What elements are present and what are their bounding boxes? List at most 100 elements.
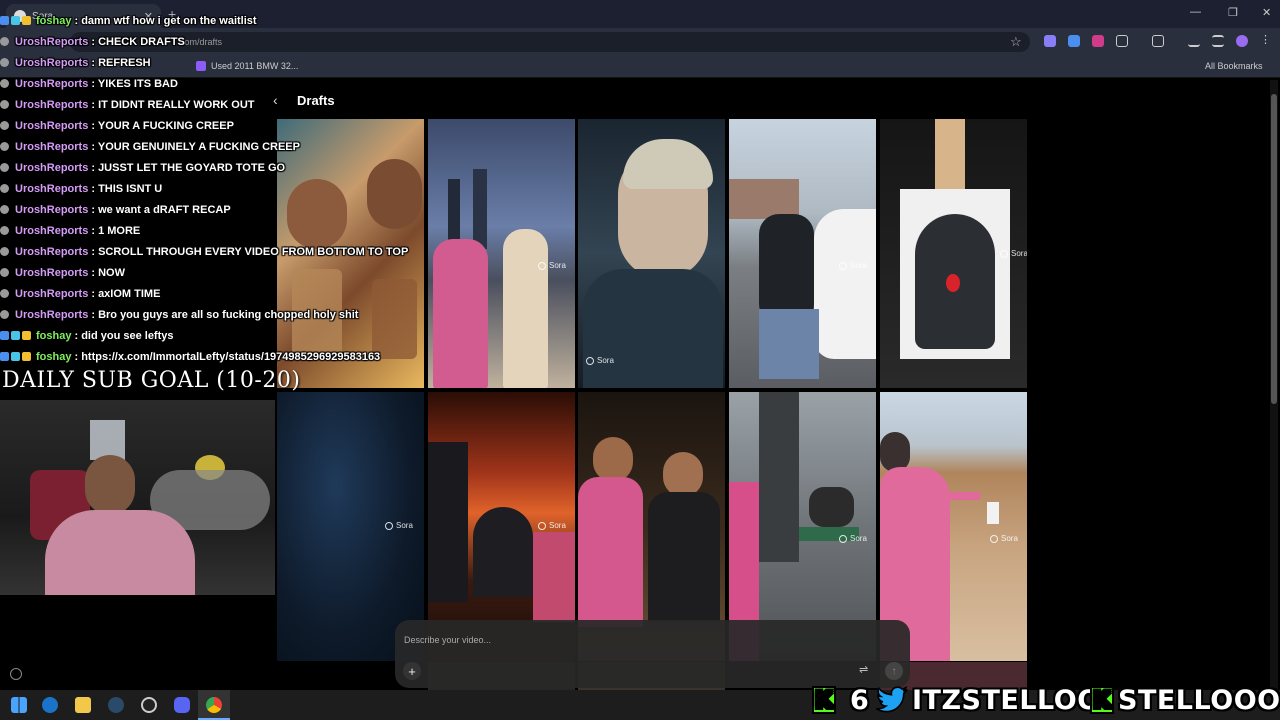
- sora-watermark: Sora: [538, 521, 566, 530]
- chat-message: UroshReports: REFRESH: [0, 52, 151, 73]
- chat-username[interactable]: UroshReports: [15, 99, 88, 111]
- draft-video-thumbnail[interactable]: Sora: [729, 119, 876, 388]
- kick-handle: STELLOOO: [1118, 684, 1280, 716]
- chat-badge-icon: [0, 331, 9, 340]
- chat-username[interactable]: UroshReports: [15, 246, 88, 258]
- chat-text: : https://x.com/ImmortalLefty/status/197…: [74, 350, 381, 363]
- bookmark-star-icon[interactable]: ☆: [1010, 34, 1022, 50]
- kick-logo-icon: K: [812, 686, 836, 714]
- windows-start-icon[interactable]: [11, 697, 27, 713]
- chat-username[interactable]: UroshReports: [15, 162, 88, 174]
- profile-avatar[interactable]: [1236, 35, 1248, 47]
- chat-badge-icon: [22, 352, 31, 361]
- tab-search-icon[interactable]: [1152, 35, 1164, 47]
- page-scrollbar[interactable]: [1270, 80, 1278, 690]
- draft-video-thumbnail[interactable]: Sora: [578, 119, 725, 388]
- chat-text: : JUSST LET THE GOYARD TOTE GO: [91, 161, 286, 174]
- chat-username[interactable]: UroshReports: [15, 309, 88, 321]
- kick-follower-count: K 6: [812, 683, 869, 717]
- extension-icon[interactable]: [1092, 35, 1104, 47]
- chat-badge-icon: [0, 310, 9, 319]
- discord-icon[interactable]: [174, 697, 190, 713]
- bookmark-favicon-icon: [196, 61, 206, 71]
- draft-video-thumbnail[interactable]: Sora: [880, 119, 1027, 388]
- sora-watermark: Sora: [586, 356, 614, 365]
- sora-watermark: Sora: [1000, 249, 1027, 258]
- chat-message: UroshReports: we want a dRAFT RECAP: [0, 199, 231, 220]
- close-window-button[interactable]: ✕: [1262, 6, 1271, 19]
- chrome-icon[interactable]: [206, 697, 222, 713]
- kick-handle-overlay: K STELLOOO: [1090, 683, 1280, 717]
- draft-video-thumbnail[interactable]: Sora: [428, 119, 575, 388]
- chat-username[interactable]: UroshReports: [15, 288, 88, 300]
- extension-icon[interactable]: [1068, 35, 1080, 47]
- scrollbar-thumb[interactable]: [1271, 94, 1277, 404]
- chat-badge-icon: [0, 289, 9, 298]
- reading-list-icon[interactable]: [1212, 35, 1224, 47]
- chat-text: : YOUR GENUINELY A FUCKING CREEP: [91, 140, 300, 153]
- chat-badge-icon: [22, 331, 31, 340]
- minimize-button[interactable]: —: [1190, 6, 1201, 18]
- screen: Sora ✕ + — ❐ ✕ com/drafts ☆ ⋮ Used 2011 …: [0, 0, 1280, 720]
- bookmark-item[interactable]: Used 2011 BMW 32...: [196, 61, 298, 71]
- obs-icon[interactable]: [141, 697, 157, 713]
- feedback-icon[interactable]: [10, 668, 22, 680]
- settings-sliders-icon[interactable]: ⇌: [859, 663, 868, 676]
- chat-badge-icon: [0, 226, 9, 235]
- chat-username[interactable]: UroshReports: [15, 57, 88, 69]
- chat-message: UroshReports: YOUR A FUCKING CREEP: [0, 115, 234, 136]
- chat-message: UroshReports: IT DIDNT REALLY WORK OUT: [0, 94, 255, 115]
- chat-message: UroshReports: YIKES ITS BAD: [0, 73, 178, 94]
- send-button[interactable]: ↑: [885, 662, 903, 680]
- sora-watermark: Sora: [990, 534, 1018, 543]
- chat-username[interactable]: foshay: [36, 351, 71, 363]
- chat-text: : damn wtf how i get on the waitlist: [74, 14, 257, 27]
- file-explorer-icon[interactable]: [75, 697, 91, 713]
- chat-username[interactable]: UroshReports: [15, 78, 88, 90]
- chat-badge-icon: [0, 37, 9, 46]
- extension-icon[interactable]: [1044, 35, 1056, 47]
- chat-message: foshay: damn wtf how i get on the waitli…: [0, 10, 257, 31]
- chat-username[interactable]: UroshReports: [15, 267, 88, 279]
- chat-username[interactable]: UroshReports: [15, 204, 88, 216]
- chat-username[interactable]: UroshReports: [15, 225, 88, 237]
- sora-watermark: Sora: [839, 261, 867, 270]
- chat-text: : NOW: [91, 266, 125, 279]
- prompt-input[interactable]: Describe your video...: [404, 635, 491, 645]
- chat-text: : CHECK DRAFTS: [91, 35, 185, 48]
- sora-watermark: Sora: [839, 534, 867, 543]
- kick-logo-icon: K: [1090, 686, 1114, 714]
- chat-badge-icon: [0, 100, 9, 109]
- chat-username[interactable]: UroshReports: [15, 183, 88, 195]
- url-text: com/drafts: [180, 37, 223, 47]
- chat-message: UroshReports: JUSST LET THE GOYARD TOTE …: [0, 157, 285, 178]
- prompt-composer[interactable]: Describe your video... + ⇌ ↑: [395, 620, 910, 688]
- chat-badge-icon: [0, 352, 9, 361]
- add-media-button[interactable]: +: [403, 662, 421, 680]
- chat-username[interactable]: foshay: [36, 330, 71, 342]
- all-bookmarks-button[interactable]: All Bookmarks: [1205, 61, 1263, 71]
- back-button[interactable]: ‹: [273, 92, 278, 108]
- chat-badge-icon: [0, 16, 9, 25]
- chat-username[interactable]: UroshReports: [15, 141, 88, 153]
- chat-text: : axIOM TIME: [91, 287, 161, 300]
- chat-badge-icon: [0, 142, 9, 151]
- menu-icon[interactable]: ⋮: [1260, 33, 1272, 46]
- chat-badge-icon: [0, 205, 9, 214]
- chat-username[interactable]: foshay: [36, 15, 71, 27]
- chat-username[interactable]: UroshReports: [15, 120, 88, 132]
- chat-message: UroshReports: YOUR GENUINELY A FUCKING C…: [0, 136, 300, 157]
- edge-icon[interactable]: [42, 697, 58, 713]
- chat-message: UroshReports: axIOM TIME: [0, 283, 160, 304]
- maximize-button[interactable]: ❐: [1228, 6, 1238, 19]
- steam-icon[interactable]: [108, 697, 124, 713]
- chat-username[interactable]: UroshReports: [15, 36, 88, 48]
- chat-badge-icon: [22, 16, 31, 25]
- chat-message: foshay: https://x.com/ImmortalLefty/stat…: [0, 346, 380, 367]
- chat-text: : YOUR A FUCKING CREEP: [91, 119, 234, 132]
- bookmarks-bar: [0, 56, 1280, 78]
- sora-watermark: Sora: [538, 261, 566, 270]
- extensions-puzzle-icon[interactable]: [1116, 35, 1128, 47]
- download-icon[interactable]: [1188, 35, 1200, 47]
- chat-message: UroshReports: Bro you guys are all so fu…: [0, 304, 358, 325]
